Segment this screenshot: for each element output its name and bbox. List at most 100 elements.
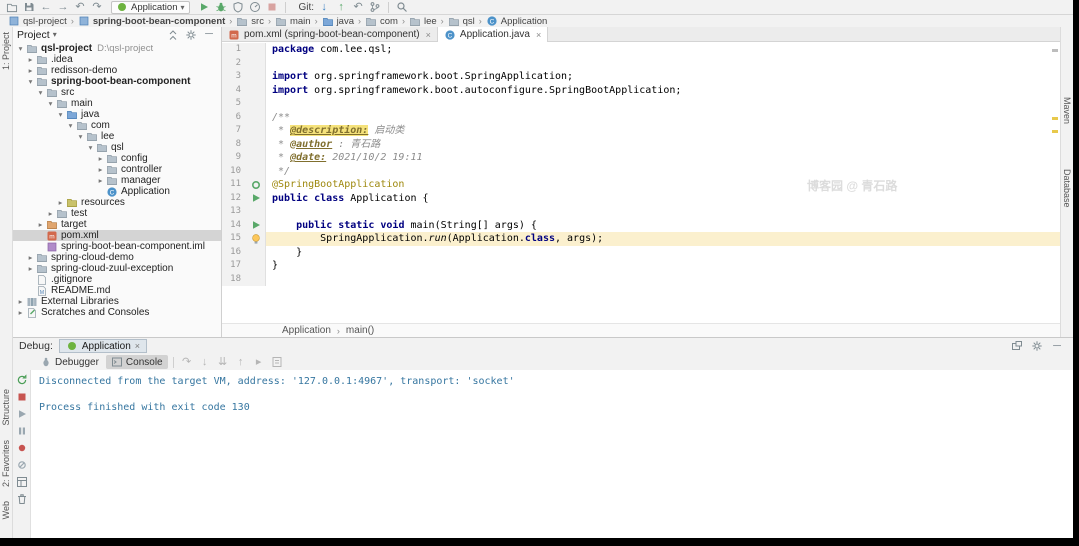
chevron-right-icon[interactable]: ▸ <box>26 55 35 64</box>
breadcrumb-item-main[interactable]: main <box>273 16 313 27</box>
close-icon[interactable]: × <box>426 30 431 40</box>
run-configuration-select[interactable]: Application ▾ <box>111 0 190 14</box>
run-gutter-icon[interactable] <box>246 218 266 232</box>
editor-tab-application-java[interactable]: C Application.java × <box>437 27 549 42</box>
git-rollback-icon[interactable]: ↶ <box>350 1 366 14</box>
git-update-icon[interactable]: ↓ <box>316 1 332 14</box>
tree-item-spring-cloud-demo[interactable]: ▸ spring-cloud-demo <box>13 252 221 263</box>
chevron-right-icon[interactable]: ▸ <box>96 176 105 185</box>
code-line-8[interactable]: 8 * @author : 青石路 <box>222 137 1060 151</box>
tree-item-redisson-demo[interactable]: ▸ redisson-demo <box>13 65 221 76</box>
back-icon[interactable]: ← <box>38 1 54 14</box>
breadcrumb-class[interactable]: Application <box>282 325 331 336</box>
breadcrumb-item-java[interactable]: java <box>320 16 356 27</box>
tree-item-com[interactable]: ▾ com <box>13 120 221 131</box>
tree-item-gitignore[interactable]: .gitignore <box>13 274 221 285</box>
tree-item-spring-boot-bean-component[interactable]: ▾ spring-boot-bean-component <box>13 76 221 87</box>
tool-window-button-maven[interactable]: Maven <box>1062 97 1072 124</box>
evaluate-icon[interactable] <box>269 356 285 369</box>
breadcrumb-item-application[interactable]: C Application <box>484 15 549 27</box>
git-branch-icon[interactable] <box>367 1 383 14</box>
code-line-5[interactable]: 5 <box>222 97 1060 111</box>
tree-item-manager[interactable]: ▸ manager <box>13 175 221 186</box>
chevron-down-icon[interactable]: ▾ <box>53 30 57 39</box>
tree-item-scratches-and-consoles[interactable]: ▸ Scratches and Consoles <box>13 307 221 318</box>
code-line-13[interactable]: 13 <box>222 205 1060 219</box>
tree-item-idea[interactable]: ▸ .idea <box>13 54 221 65</box>
breadcrumb-item-qsl-project[interactable]: qsl-project <box>6 15 69 27</box>
tree-item-config[interactable]: ▸ config <box>13 153 221 164</box>
gear-icon[interactable] <box>1029 340 1045 353</box>
redo-icon[interactable]: ↷ <box>89 1 105 14</box>
tool-window-button-database[interactable]: Database <box>1062 169 1072 208</box>
code-line-12[interactable]: 12 public class Application { <box>222 191 1060 205</box>
breadcrumb-item-src[interactable]: src <box>234 16 266 27</box>
chevron-right-icon[interactable]: ▸ <box>36 220 45 229</box>
debug-tab-console[interactable]: Console <box>105 355 168 369</box>
tree-item-application[interactable]: C Application <box>13 186 221 197</box>
trash-icon[interactable] <box>14 492 30 505</box>
code-line-1[interactable]: 1 package com.lee.qsl; <box>222 43 1060 57</box>
chevron-right-icon[interactable]: ▸ <box>16 297 25 306</box>
chevron-down-icon[interactable]: ▾ <box>66 121 75 130</box>
tool-window-button-web[interactable]: Web <box>1 501 11 519</box>
tool-window-button-structure[interactable]: Structure <box>1 389 11 426</box>
hide-icon[interactable]: ─ <box>201 28 217 41</box>
breadcrumb-item-qsl[interactable]: qsl <box>446 16 477 27</box>
debug-tab-debugger[interactable]: Debugger <box>35 355 104 369</box>
float-icon[interactable] <box>1009 340 1025 353</box>
pause-icon[interactable] <box>14 424 30 437</box>
code-line-2[interactable]: 2 <box>222 56 1060 70</box>
code-line-18[interactable]: 18 <box>222 272 1060 286</box>
chevron-right-icon[interactable]: ▸ <box>96 165 105 174</box>
tree-item-main[interactable]: ▾ main <box>13 98 221 109</box>
code-line-16[interactable]: 16 } <box>222 245 1060 259</box>
profiler-icon[interactable] <box>247 1 263 14</box>
coverage-icon[interactable] <box>230 1 246 14</box>
code-line-15[interactable]: 15 SpringApplication.run(Application.cla… <box>222 232 1060 246</box>
undo-icon[interactable]: ↶ <box>72 1 88 14</box>
step-into-icon[interactable]: ↓ <box>197 356 213 369</box>
rerun-icon[interactable] <box>14 373 30 386</box>
chevron-right-icon[interactable]: ▸ <box>16 308 25 317</box>
breadcrumb-method[interactable]: main() <box>346 325 374 336</box>
search-icon[interactable] <box>394 1 410 14</box>
chevron-right-icon[interactable]: ▸ <box>46 209 55 218</box>
tree-item-controller[interactable]: ▸ controller <box>13 164 221 175</box>
code-line-10[interactable]: 10 */ <box>222 164 1060 178</box>
bean-gutter-icon[interactable] <box>246 178 266 192</box>
chevron-down-icon[interactable]: ▾ <box>76 132 85 141</box>
tree-item-target[interactable]: ▸ target <box>13 219 221 230</box>
layout-icon[interactable] <box>14 475 30 488</box>
debug-session-tab[interactable]: Application × <box>58 339 148 353</box>
chevron-down-icon[interactable]: ▾ <box>46 99 55 108</box>
tree-item-external-libraries[interactable]: ▸ External Libraries <box>13 296 221 307</box>
open-icon[interactable] <box>4 1 20 14</box>
stop-icon[interactable] <box>264 1 280 14</box>
tree-item-pom-xml[interactable]: m pom.xml <box>13 230 221 241</box>
error-stripe-mark[interactable] <box>1052 117 1058 120</box>
chevron-right-icon[interactable]: ▸ <box>26 66 35 75</box>
code-line-6[interactable]: 6 /** <box>222 110 1060 124</box>
run-to-cursor-icon[interactable]: ▸ <box>251 356 267 369</box>
git-push-icon[interactable]: ↑ <box>333 1 349 14</box>
tree-item-src[interactable]: ▾ src <box>13 87 221 98</box>
code-editor[interactable]: 1 package com.lee.qsl; 2 3 import org.spring… <box>222 43 1060 323</box>
breadcrumb-item-spring-boot-bean-component[interactable]: spring-boot-bean-component <box>76 15 227 27</box>
chevron-right-icon[interactable]: ▸ <box>56 198 65 207</box>
tree-item-java[interactable]: ▾ java <box>13 109 221 120</box>
breadcrumb-item-lee[interactable]: lee <box>407 16 439 27</box>
chevron-down-icon[interactable]: ▾ <box>26 77 35 86</box>
chevron-right-icon[interactable]: ▸ <box>26 253 35 262</box>
run-icon[interactable] <box>196 1 212 14</box>
breadcrumb-item-com[interactable]: com <box>363 16 400 27</box>
chevron-down-icon[interactable]: ▾ <box>86 143 95 152</box>
tree-item-qsl[interactable]: ▾ qsl <box>13 142 221 153</box>
save-icon[interactable] <box>21 1 37 14</box>
force-step-into-icon[interactable]: ⇊ <box>215 356 231 369</box>
forward-icon[interactable]: → <box>55 1 71 14</box>
mute-breakpoints-icon[interactable] <box>14 458 30 471</box>
bulb-gutter-icon[interactable] <box>246 232 266 246</box>
tool-window-button-1-project[interactable]: 1: Project <box>1 32 11 70</box>
console-output[interactable]: Disconnected from the target VM, address… <box>31 370 1073 538</box>
